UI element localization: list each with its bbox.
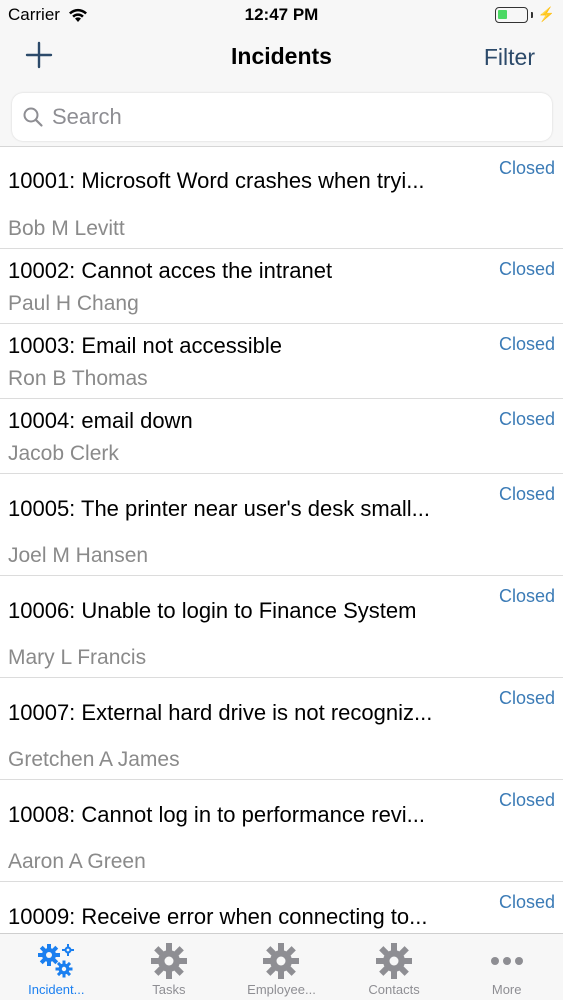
- tab-label: Employee...: [247, 982, 316, 997]
- incident-title: 10009: Receive error when connecting to.…: [8, 904, 428, 929]
- battery-icon: [494, 6, 528, 23]
- incident-row[interactable]: 10005: The printer near user's desk smal…: [0, 474, 563, 576]
- incident-person: Mary L Francis: [8, 646, 147, 669]
- status-label: Closed: [498, 158, 555, 178]
- incident-title: 10004: email down: [8, 408, 193, 433]
- incident-title: 10008: Cannot log in to performance revi…: [8, 802, 426, 827]
- incident-title: 10001: Microsoft Word crashes when tryi.…: [8, 168, 425, 193]
- tab-label: Contacts: [368, 982, 420, 997]
- search-icon: [23, 107, 43, 127]
- incident-title: 10007: External hard drive is not recogn…: [8, 700, 433, 725]
- incident-person: Gretchen A James: [8, 748, 180, 771]
- incident-row[interactable]: 10004: email down Jacob Clerk Closed: [0, 399, 563, 474]
- incident-person: Ron B Thomas: [8, 367, 148, 390]
- incident-title: 10003: Email not accessible: [8, 333, 282, 358]
- tab-tasks[interactable]: Tasks: [113, 934, 226, 1000]
- incident-person: Bob M Levitt: [8, 217, 125, 240]
- status-bar: Carrier 12:47 PM ⚡: [0, 0, 563, 30]
- incident-person: Aaron A Green: [8, 850, 146, 873]
- status-label: Closed: [498, 259, 555, 279]
- incident-title: 10006: Unable to login to Finance System: [8, 598, 417, 623]
- incident-person: Jacob Clerk: [8, 442, 119, 465]
- gear-icon: [263, 943, 300, 979]
- tab-label: Tasks: [152, 982, 186, 997]
- gear-icon: [150, 943, 187, 979]
- search-bar: [0, 86, 563, 147]
- incident-row[interactable]: 10003: Email not accessible Ron B Thomas…: [0, 324, 563, 399]
- incident-row[interactable]: 10002: Cannot acces the intranet Paul H …: [0, 249, 563, 324]
- search-field[interactable]: [12, 93, 552, 141]
- status-label: Closed: [498, 790, 555, 810]
- gears-icon: [38, 944, 75, 978]
- status-label: Closed: [498, 484, 555, 504]
- battery-indicator: ⚡: [494, 6, 555, 23]
- tab-label: Incident...: [28, 982, 85, 997]
- clock: 12:47 PM: [244, 5, 319, 24]
- incident-row[interactable]: 10007: External hard drive is not recogn…: [0, 678, 563, 780]
- filter-button[interactable]: Filter: [484, 44, 535, 71]
- status-label: Closed: [498, 688, 555, 708]
- tab-label: More: [491, 982, 522, 997]
- incident-row[interactable]: 10006: Unable to login to Finance System…: [0, 576, 563, 678]
- incident-title: 10005: The printer near user's desk smal…: [8, 496, 431, 521]
- status-label: Closed: [498, 409, 555, 429]
- more-icon: [490, 957, 523, 965]
- gear-icon: [376, 943, 413, 979]
- bolt-icon: ⚡: [537, 6, 555, 22]
- tab-contacts[interactable]: Contacts: [338, 934, 451, 1000]
- tab-employees[interactable]: Employee...: [225, 934, 338, 1000]
- incident-row[interactable]: 10009: Receive error when connecting to.…: [0, 882, 563, 933]
- search-input[interactable]: [52, 99, 532, 135]
- tab-incidents[interactable]: Incident...: [0, 934, 113, 1000]
- incident-person: Joel M Hansen: [8, 544, 149, 567]
- tab-bar: Incident... Tasks Employee... Contacts M…: [0, 933, 563, 1000]
- incident-title: 10002: Cannot acces the intranet: [8, 258, 333, 283]
- tab-more[interactable]: More: [450, 934, 563, 1000]
- status-label: Closed: [498, 586, 555, 606]
- incident-row[interactable]: 10001: Microsoft Word crashes when tryi.…: [0, 148, 563, 249]
- status-label: Closed: [498, 892, 555, 912]
- incident-person: Paul H Chang: [8, 292, 139, 315]
- page-title: Incidents: [231, 43, 332, 69]
- navigation-bar: Incidents Filter: [0, 30, 563, 86]
- incident-row[interactable]: 10008: Cannot log in to performance revi…: [0, 780, 563, 882]
- status-label: Closed: [498, 334, 555, 354]
- incident-list: 10001: Microsoft Word crashes when tryi.…: [0, 148, 563, 933]
